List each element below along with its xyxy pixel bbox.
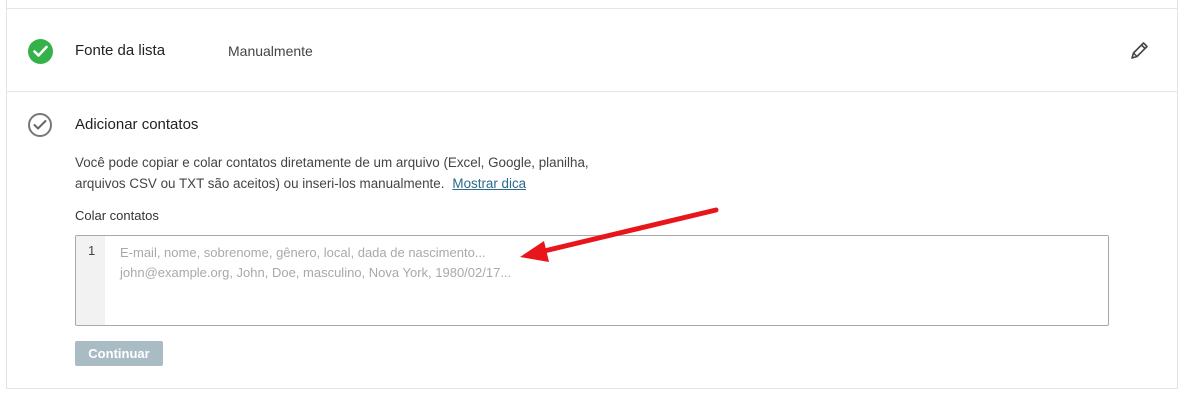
pencil-icon[interactable] bbox=[1128, 40, 1150, 62]
instructions-text: Você pode copiar e colar contatos direta… bbox=[75, 152, 635, 194]
step-list-source: Fonte da lista Manualmente bbox=[7, 8, 1177, 92]
paste-contacts-label: Colar contatos bbox=[75, 208, 159, 223]
placeholder-line: john@example.org, John, Doe, masculino, … bbox=[120, 265, 512, 280]
instructions-line: Você pode copiar e colar contatos direta… bbox=[75, 155, 589, 170]
step-title: Fonte da lista bbox=[75, 42, 166, 59]
contacts-import-panel: Fonte da lista Manualmente Adicionar con… bbox=[6, 0, 1178, 389]
check-circle-outline-icon bbox=[28, 113, 52, 137]
line-number: 1 bbox=[88, 243, 96, 258]
step-value: Manualmente bbox=[228, 43, 313, 59]
placeholder-line: E-mail, nome, sobrenome, gênero, local, … bbox=[120, 245, 486, 260]
paste-contacts-editor[interactable]: 1 E-mail, nome, sobrenome, gênero, local… bbox=[75, 235, 1109, 326]
continue-button[interactable]: Continuar bbox=[75, 341, 163, 366]
instructions-line: arquivos CSV ou TXT são aceitos) ou inse… bbox=[75, 176, 445, 191]
step-title: Adicionar contatos bbox=[75, 116, 199, 133]
check-circle-filled-icon bbox=[28, 39, 53, 64]
instructions-line-2: arquivos CSV ou TXT são aceitos) ou inse… bbox=[75, 173, 635, 194]
editor-placeholder: E-mail, nome, sobrenome, gênero, local, … bbox=[120, 243, 511, 283]
show-tip-link[interactable]: Mostrar dica bbox=[452, 176, 526, 191]
line-number-gutter: 1 bbox=[76, 236, 105, 325]
